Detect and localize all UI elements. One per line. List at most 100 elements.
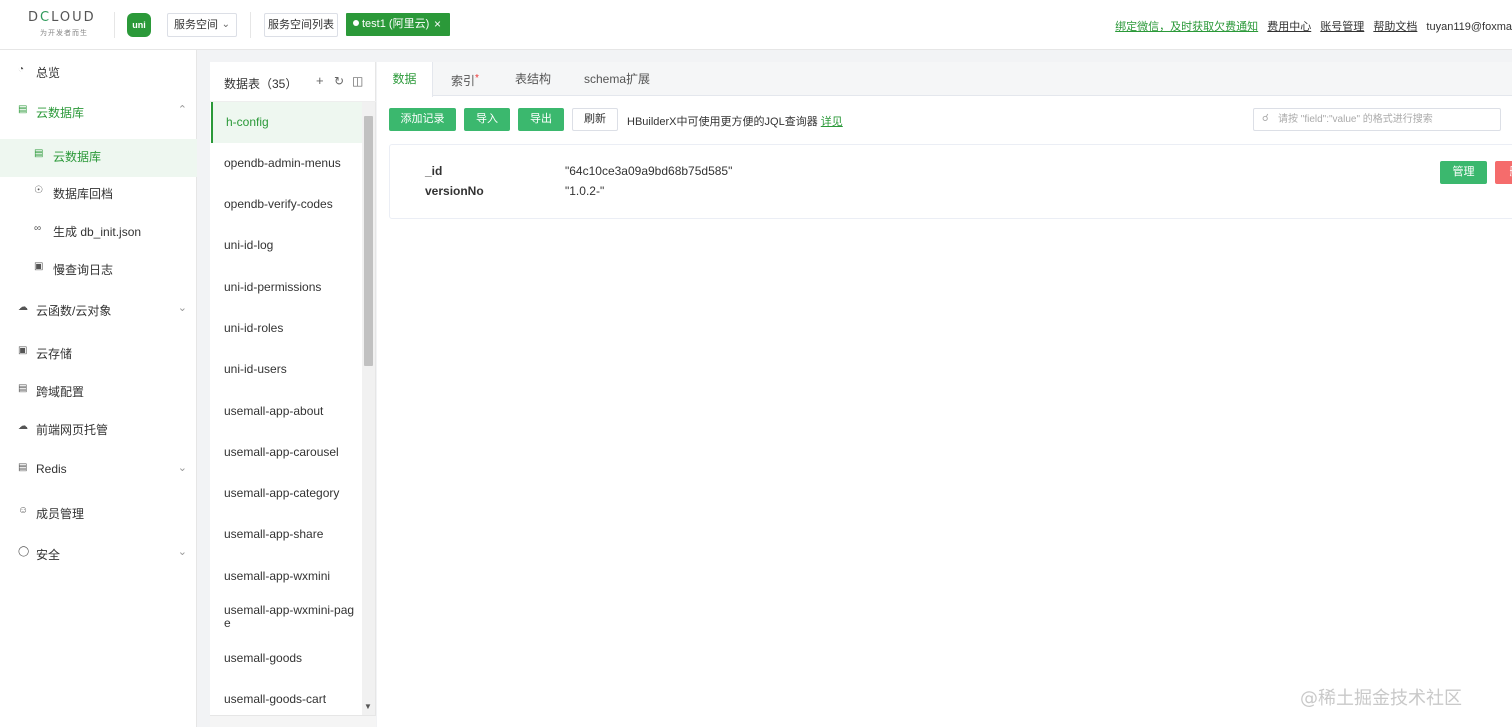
sidebar-item-label: Redis — [36, 462, 67, 476]
chevron-up-icon: ⌃ — [177, 104, 187, 116]
sidebar-item-label: 云函数/云对象 — [36, 304, 112, 318]
main-content: 数据 索引* 表结构 schema扩展 添加记录 导入 导出 刷新 HBuild… — [377, 62, 1512, 727]
sidebar-item-hosting[interactable]: ☁ 前端网页托管 — [0, 419, 197, 439]
tab-bar: 数据 索引* 表结构 schema扩展 — [377, 62, 1512, 97]
sidebar-item-label: 总览 — [36, 66, 61, 80]
help-link[interactable]: 帮助文档 — [1373, 21, 1417, 33]
tables-title: 数据表（35） — [224, 77, 298, 91]
tab-schema[interactable]: 表结构 — [515, 62, 551, 96]
sidebar-item-storage[interactable]: ▣ 云存储 — [0, 343, 197, 363]
import-button[interactable]: 导入 — [464, 108, 510, 131]
account-link[interactable]: 账号管理 — [1320, 21, 1364, 33]
scroll-down-icon[interactable]: ▼ — [364, 702, 372, 711]
field-value: "1.0.2-" — [565, 184, 605, 198]
table-list-item[interactable]: h-config — [211, 102, 363, 143]
table-list-item[interactable]: usemall-app-share — [211, 528, 363, 541]
tab-data[interactable]: 数据 — [377, 62, 433, 97]
table-list-item[interactable]: usemall-goods — [211, 652, 363, 665]
jql-details-link[interactable]: 详见 — [821, 116, 843, 128]
sidebar-item-label: 云数据库 — [53, 150, 102, 164]
billing-link[interactable]: 费用中心 — [1267, 21, 1311, 33]
top-links: 绑定微信，及时获取欠费通知 费用中心 账号管理 帮助文档 tuyan119@fo… — [1115, 18, 1512, 34]
sidebar-item-label: 跨域配置 — [36, 385, 85, 399]
manage-button[interactable]: 管理 — [1440, 161, 1487, 184]
sidebar-item-overview[interactable]: ◔ 总览 — [0, 62, 197, 82]
uni-logo-icon[interactable]: uni — [127, 13, 151, 37]
sidebar-item-label: 云数据库 — [36, 106, 85, 120]
divider — [114, 12, 115, 38]
space-select[interactable]: 服务空间 ⌄ — [167, 13, 237, 37]
chevron-down-icon: ⌄ — [177, 302, 187, 314]
sidebar-item-redis[interactable]: ▤ Redis ⌄ — [0, 460, 197, 480]
table-list-item[interactable]: uni-id-users — [211, 363, 363, 376]
tab-index[interactable]: 索引* — [451, 62, 479, 96]
tab-label: schema扩展 — [584, 72, 651, 86]
sidebar-item-label: 生成 db_init.json — [53, 225, 142, 239]
table-list-item[interactable]: usemall-app-about — [211, 405, 363, 418]
sidebar-item-label: 前端网页托管 — [36, 423, 109, 437]
delete-button[interactable]: 删 — [1495, 161, 1512, 184]
top-bar: DCLOUD 为开发者而生 uni 服务空间 ⌄ 服务空间列表 test1 (阿… — [0, 0, 1512, 50]
storage-icon: ▣ — [18, 345, 28, 356]
table-list-item[interactable]: usemall-app-wxmini-pag e — [211, 604, 363, 630]
database-icon: ▤ — [18, 104, 28, 115]
sidebar-item-database[interactable]: ▤ 云数据库 ⌃ — [0, 102, 197, 122]
sidebar-item-label: 数据库回档 — [53, 187, 114, 201]
add-icon[interactable]: + — [316, 73, 324, 89]
table-list-item[interactable]: usemall-app-category — [211, 487, 363, 500]
bind-wechat-link[interactable]: 绑定微信，及时获取欠费通知 — [1115, 21, 1258, 33]
search-input[interactable] — [1278, 112, 1493, 127]
sidebar-item-database-sub[interactable]: ▤ 云数据库 — [0, 146, 197, 166]
sidebar-item-security[interactable]: ◯ 安全 ⌄ — [0, 544, 197, 564]
close-icon[interactable]: × — [434, 13, 441, 36]
table-list-item[interactable]: usemall-app-wxmini — [211, 570, 363, 583]
sidebar-item-slow-query[interactable]: ▣ 慢查询日志 — [0, 259, 197, 279]
sidebar-item-db-init[interactable]: ∞ 生成 db_init.json — [0, 221, 197, 241]
panel-footer — [210, 715, 376, 727]
sidebar-item-db-rollback[interactable]: ☉ 数据库回档 — [0, 183, 197, 203]
sidebar-item-members[interactable]: ☺ 成员管理 — [0, 503, 197, 523]
tables-header: 数据表（35） + ↻ ◫ — [210, 62, 376, 102]
space-list-button[interactable]: 服务空间列表 — [264, 13, 338, 37]
trash-icon[interactable]: ◫ — [352, 73, 363, 89]
search-icon: ☌ — [1262, 113, 1269, 124]
user-icon: ☺ — [18, 505, 29, 516]
divider — [250, 12, 251, 38]
watermark: @稀土掘金技术社区 — [1300, 688, 1462, 709]
jql-tip-text: HBuilderX中可使用更方便的JQL查询器 — [627, 116, 818, 128]
sidebar-item-label: 云存储 — [36, 347, 73, 361]
tab-label: 数据 — [392, 72, 417, 86]
tab-label: 索引 — [451, 74, 476, 88]
env-tab-label: test1 (阿里云) — [362, 18, 430, 30]
tab-schema-extension[interactable]: schema扩展 — [584, 62, 650, 96]
sidebar: ◔ 总览 ▤ 云数据库 ⌃ ▤ 云数据库 ☉ 数据库回档 ∞ 生成 db_ini… — [0, 50, 197, 727]
user-account[interactable]: tuyan119@foxma — [1426, 21, 1512, 33]
sidebar-item-label: 安全 — [36, 548, 61, 562]
add-record-button[interactable]: 添加记录 — [389, 108, 456, 131]
table-list-item[interactable]: usemall-goods-cart — [211, 693, 363, 706]
sidebar-item-label: 慢查询日志 — [53, 263, 114, 277]
rollback-icon: ☉ — [34, 185, 43, 196]
dcloud-logo[interactable]: DCLOUD 为开发者而生 — [28, 10, 102, 40]
table-list-item[interactable]: uni-id-log — [211, 239, 363, 252]
refresh-icon[interactable]: ↻ — [334, 73, 344, 89]
table-list-item[interactable]: uni-id-roles — [211, 322, 363, 335]
table-list-item[interactable]: opendb-verify-codes — [211, 198, 363, 211]
scrollbar-thumb[interactable] — [364, 116, 373, 366]
jql-tip: HBuilderX中可使用更方便的JQL查询器 详见 — [627, 113, 843, 129]
required-mark: * — [475, 73, 479, 84]
sidebar-item-cloud-functions[interactable]: ☁ 云函数/云对象 ⌄ — [0, 300, 197, 320]
field-key: versionNo — [425, 184, 484, 198]
redis-icon: ▤ — [18, 462, 28, 473]
table-list-item[interactable]: opendb-admin-menus — [211, 157, 363, 170]
search-box[interactable]: ☌ — [1253, 108, 1501, 131]
export-button[interactable]: 导出 — [518, 108, 564, 131]
sidebar-item-cors[interactable]: ▤ 跨域配置 — [0, 381, 197, 401]
refresh-button[interactable]: 刷新 — [572, 108, 618, 131]
env-tab[interactable]: test1 (阿里云) × — [346, 13, 450, 36]
shield-icon: ◯ — [18, 546, 30, 557]
chevron-down-icon: ⌄ — [177, 546, 187, 558]
table-list-item[interactable]: uni-id-permissions — [211, 281, 363, 294]
table-list-item[interactable]: usemall-app-carousel — [211, 446, 363, 459]
database-icon: ▤ — [34, 148, 44, 159]
